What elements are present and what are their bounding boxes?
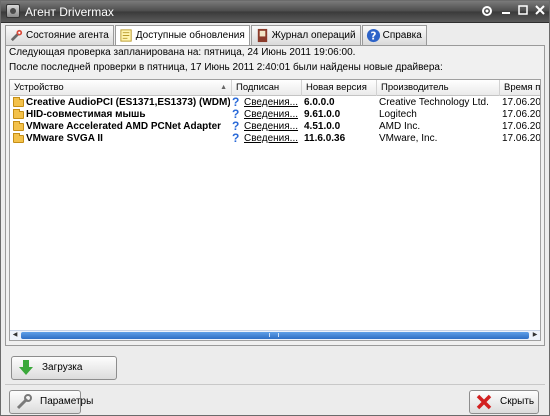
app-icon (6, 4, 20, 18)
folder-icon (13, 121, 24, 131)
release-date: 17.06.2011 (502, 109, 541, 120)
device-name: VMware SVGA II (26, 133, 103, 144)
agent-window: Агент Drivermax Состояние агента Доступн… (0, 0, 550, 416)
tab-agent-status[interactable]: Состояние агента (5, 25, 114, 45)
close-icon[interactable] (532, 4, 548, 20)
table-row[interactable]: Creative AudioPCI (ES1371,ES1373) (WDM) … (10, 97, 541, 109)
release-date: 17.06.2011 (502, 121, 541, 132)
column-header-signed[interactable]: Подписан (232, 80, 302, 96)
hide-button[interactable]: Скрыть (469, 390, 539, 414)
column-header-manufacturer[interactable]: Производитель (377, 80, 500, 96)
table-row[interactable]: HID-совместимая мышь ? Сведения... 9.61.0… (10, 109, 541, 121)
sort-arrow-icon: ▲ (220, 84, 227, 91)
release-date: 17.06.2011 (502, 97, 541, 108)
manufacturer: AMD Inc. (379, 121, 421, 132)
folder-icon (13, 97, 24, 107)
tab-operations-log[interactable]: Журнал операций (250, 25, 361, 45)
question-icon: ? (232, 97, 240, 109)
download-arrow-icon (19, 360, 33, 375)
tab-available-updates[interactable]: Доступные обновления (114, 25, 250, 46)
separator (5, 384, 545, 385)
last-check-text: После последней проверки в пятница, 17 И… (9, 62, 443, 73)
details-link[interactable]: Сведения... (244, 109, 298, 120)
details-link[interactable]: Сведения... (244, 121, 298, 132)
settings-tools-icon (16, 394, 32, 410)
folder-icon (13, 133, 24, 143)
column-header-version[interactable]: Новая версия (302, 80, 377, 96)
manufacturer: Creative Technology Ltd. (379, 97, 489, 108)
gear-icon[interactable] (479, 4, 495, 20)
scroll-left-icon[interactable]: ◀ (10, 331, 20, 340)
drivers-table: Устройство ▲ Подписан Новая версия Произ… (9, 79, 541, 341)
minimize-icon[interactable] (498, 4, 514, 20)
table-row[interactable]: VMware Accelerated AMD PCNet Adapter ? Св… (10, 121, 541, 133)
svg-text:?: ? (370, 30, 376, 42)
folder-icon (13, 109, 24, 119)
new-version: 9.61.0.0 (304, 109, 341, 120)
manufacturer: VMware, Inc. (379, 133, 438, 144)
device-name: HID-совместимая мышь (26, 109, 146, 120)
new-version: 6.0.0.0 (304, 97, 335, 108)
note-icon (120, 29, 132, 42)
next-check-text: Следующая проверка запланирована на: пят… (9, 47, 356, 58)
release-date: 17.06.2011 (502, 133, 541, 144)
tab-help[interactable]: ? Справка (361, 25, 427, 45)
question-icon: ? (232, 109, 240, 121)
download-button[interactable]: Загрузка (11, 356, 117, 380)
settings-button[interactable]: Параметры (9, 390, 93, 414)
device-name: VMware Accelerated AMD PCNet Adapter (26, 121, 222, 132)
window-title: Агент Drivermax (25, 5, 114, 19)
maximize-icon[interactable] (515, 4, 531, 20)
table-header: Устройство ▲ Подписан Новая версия Произ… (10, 80, 540, 96)
device-name: Creative AudioPCI (ES1371,ES1373) (WDM) (26, 97, 230, 108)
table-row[interactable]: VMware SVGA II ? Сведения... 11.6.0.36 VM… (10, 133, 541, 145)
close-x-icon (476, 394, 492, 410)
tab-bar: Состояние агента Доступные обновления Жу… (5, 25, 428, 46)
column-header-date[interactable]: Время про (500, 80, 540, 96)
help-circle-icon: ? (366, 28, 380, 42)
tab-label: Журнал операций (271, 30, 356, 41)
wrench-icon (10, 29, 23, 42)
question-icon: ? (232, 121, 240, 133)
horizontal-scrollbar[interactable]: ◀ ▶ (10, 330, 540, 340)
details-link[interactable]: Сведения... (244, 97, 298, 108)
title-bar: Агент Drivermax (1, 1, 549, 23)
scrollbar-thumb[interactable] (21, 332, 529, 339)
question-icon: ? (232, 133, 240, 145)
scroll-right-icon[interactable]: ▶ (530, 331, 540, 340)
new-version: 11.6.0.36 (304, 133, 346, 144)
new-version: 4.51.0.0 (304, 121, 341, 132)
journal-icon (257, 28, 267, 43)
details-link[interactable]: Сведения... (244, 133, 298, 144)
tab-label: Справка (382, 30, 422, 41)
column-header-device[interactable]: Устройство ▲ (10, 80, 232, 96)
tab-label: Состояние агента (26, 30, 109, 41)
tab-label: Доступные обновления (135, 30, 245, 41)
manufacturer: Logitech (379, 109, 417, 120)
